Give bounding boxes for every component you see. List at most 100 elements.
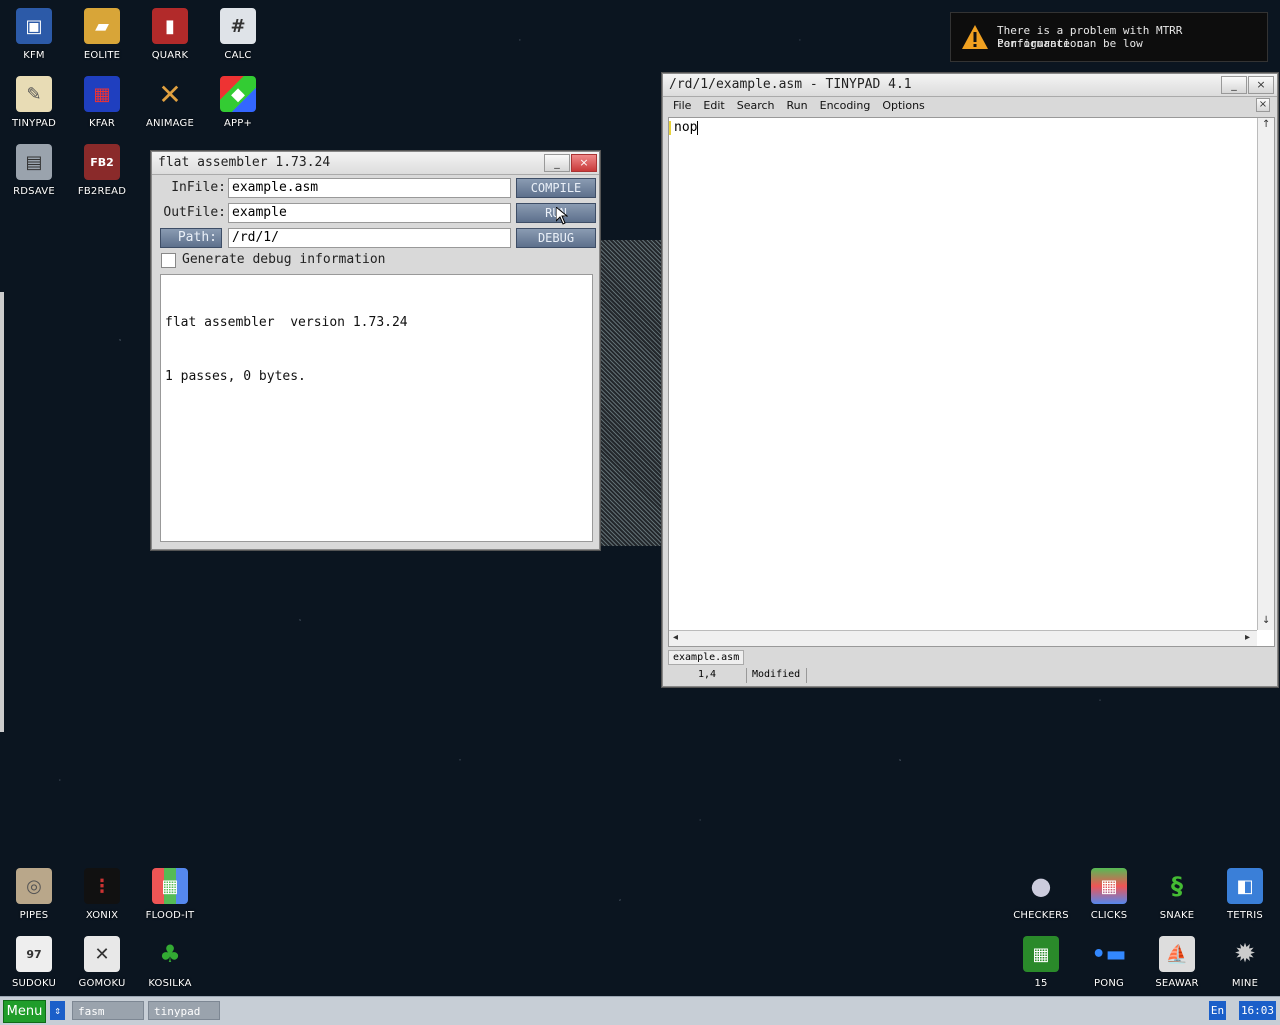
cube-icon: ◆: [220, 76, 256, 112]
menu-options[interactable]: Options: [876, 96, 930, 115]
close-button[interactable]: ×: [1248, 76, 1274, 94]
menu-encoding[interactable]: Encoding: [814, 96, 877, 115]
desktop-icon-kfar[interactable]: ▦ KFAR: [68, 76, 136, 129]
language-indicator[interactable]: En: [1209, 1001, 1226, 1020]
gomoku-board-icon: ✕: [84, 936, 120, 972]
desktop-icon-pong[interactable]: •▬ PONG: [1075, 936, 1143, 990]
ship-icon: ⛵: [1159, 936, 1195, 972]
checkers-icon: ●: [1030, 872, 1052, 900]
log-line: 1 passes, 0 bytes.: [165, 369, 306, 384]
fasm-window[interactable]: flat assembler 1.73.24 _ × InFile: examp…: [151, 151, 600, 550]
status-bar: 1,4 Modified: [668, 668, 1271, 683]
desktop-icon-appplus[interactable]: ◆ APP+: [204, 76, 272, 129]
tinypad-titlebar[interactable]: /rd/1/example.asm - TINYPAD 4.1 _ ×: [663, 74, 1277, 97]
menu-button[interactable]: Menu: [3, 1000, 46, 1023]
warning-icon: [962, 25, 988, 49]
modified-status: Modified: [752, 669, 801, 680]
vertical-scrollbar[interactable]: ↑ ↓: [1257, 118, 1274, 630]
sudoku-grid-icon: 97: [16, 936, 52, 972]
desktop-icon-fifteen[interactable]: ▦ 15: [1007, 936, 1075, 989]
minimize-button[interactable]: _: [544, 154, 570, 172]
output-log: flat assembler version 1.73.24 1 passes,…: [160, 274, 593, 542]
desktop-icon-mine[interactable]: ✹ MINE: [1211, 936, 1279, 989]
scroll-down-icon[interactable]: ↓: [1262, 615, 1270, 626]
menu-edit[interactable]: Edit: [697, 96, 730, 115]
debug-info-label: Generate debug information: [182, 252, 386, 267]
menu-bar: File Edit Search Run Encoding Options ×: [663, 96, 1277, 116]
tinypad-window[interactable]: /rd/1/example.asm - TINYPAD 4.1 _ × File…: [662, 73, 1278, 687]
kfar-icon: ▦: [84, 76, 120, 112]
desktop-icon-tinypad[interactable]: ✎ TINYPAD: [0, 76, 68, 129]
infile-input[interactable]: example.asm: [228, 178, 511, 198]
pencil-ruler-icon: ✕: [158, 77, 182, 111]
desktop-icon-eolite[interactable]: ▰ EOLITE: [68, 8, 136, 61]
desktop-icon-animage[interactable]: ✕ ANIMAGE: [136, 76, 204, 130]
mine-icon: ✹: [1234, 939, 1256, 969]
taskbar: Menu ⇕ fasm tinypad En 16:03: [0, 996, 1280, 1025]
floppy-icon: ▣: [16, 8, 52, 44]
fasm-titlebar[interactable]: flat assembler 1.73.24 _ ×: [152, 152, 599, 175]
desktop-icon-snake[interactable]: § SNAKE: [1143, 868, 1211, 921]
mtrr-warning-notification[interactable]: There is a problem with MTRR configurati…: [950, 12, 1268, 62]
desktop-icon-floodit[interactable]: ▦ FLOOD-IT: [136, 868, 204, 921]
desktop-icon-xonix[interactable]: ⋮ XONIX: [68, 868, 136, 921]
lawnmower-icon: ♣: [159, 940, 181, 968]
clicks-blocks-icon: ▦: [1091, 868, 1127, 904]
fb2-book-icon: FB2: [84, 144, 120, 180]
switch-icon[interactable]: ⇕: [50, 1001, 65, 1020]
desktop-icon-pipes[interactable]: ◎ PIPES: [0, 868, 68, 921]
menu-file[interactable]: File: [667, 96, 697, 115]
editor-area[interactable]: nop ↑ ↓ ◂ ▸: [668, 117, 1275, 647]
editor-text[interactable]: nop: [674, 120, 699, 135]
desktop-icon-rdsave[interactable]: ▤ RDSAVE: [0, 144, 68, 197]
scroll-up-icon[interactable]: ↑: [1262, 119, 1270, 130]
debug-button[interactable]: DEBUG: [516, 228, 596, 248]
compile-button[interactable]: COMPILE: [516, 178, 596, 198]
scroll-right-icon[interactable]: ▸: [1245, 632, 1250, 643]
minimize-button[interactable]: _: [1221, 76, 1247, 94]
line-marker: [669, 121, 671, 135]
xonix-icon: ⋮: [84, 868, 120, 904]
scroll-left-icon[interactable]: ◂: [673, 632, 678, 643]
close-document-icon[interactable]: ×: [1256, 98, 1270, 112]
path-button[interactable]: Path:: [160, 228, 222, 248]
tinypad-title: /rd/1/example.asm - TINYPAD 4.1: [669, 77, 912, 92]
folder-icon: ▰: [84, 8, 120, 44]
desktop-icon-calc[interactable]: # CALC: [204, 8, 272, 61]
desktop-edge-bar: [0, 292, 4, 732]
desktop-icon-seawar[interactable]: ⛵ SEAWAR: [1143, 936, 1211, 989]
snake-icon: §: [1171, 872, 1183, 900]
desktop-icon-kosilka[interactable]: ♣ KOSILKA: [136, 936, 204, 989]
desktop-icon-fb2read[interactable]: FB2 FB2READ: [68, 144, 136, 197]
wallpaper-castle: [600, 240, 664, 546]
desktop-icon-sudoku[interactable]: 97 SUDOKU: [0, 936, 68, 989]
outfile-input[interactable]: example: [228, 203, 511, 223]
status-divider: [746, 668, 747, 683]
desktop-icon-kfm[interactable]: ▣ KFM: [0, 8, 68, 61]
path-input[interactable]: /rd/1/: [228, 228, 511, 248]
pong-icon: •▬: [1091, 941, 1127, 967]
save-disk-icon: ▤: [16, 144, 52, 180]
pipes-icon: ◎: [16, 868, 52, 904]
status-divider: [806, 668, 807, 683]
flood-grid-icon: ▦: [152, 868, 188, 904]
debug-info-checkbox[interactable]: [161, 253, 176, 268]
close-button[interactable]: ×: [571, 154, 597, 172]
clock[interactable]: 16:03: [1239, 1001, 1276, 1020]
book-icon: ▮: [152, 8, 188, 44]
menu-run[interactable]: Run: [781, 96, 814, 115]
desktop-icon-checkers[interactable]: ● CHECKERS: [1007, 868, 1075, 921]
task-tinypad[interactable]: tinypad: [148, 1001, 220, 1020]
desktop-icon-gomoku[interactable]: ✕ GOMOKU: [68, 936, 136, 989]
desktop-icon-clicks[interactable]: ▦ CLICKS: [1075, 868, 1143, 921]
notepad-icon: ✎: [16, 76, 52, 112]
task-fasm[interactable]: fasm: [72, 1001, 144, 1020]
menu-search[interactable]: Search: [731, 96, 781, 115]
horizontal-scrollbar[interactable]: ◂ ▸: [669, 630, 1257, 646]
tab-example-asm[interactable]: example.asm: [668, 650, 745, 665]
desktop-icon-tetris[interactable]: ◧ TETRIS: [1211, 868, 1279, 921]
log-line: flat assembler version 1.73.24: [165, 315, 408, 330]
desktop-icon-quark[interactable]: ▮ QUARK: [136, 8, 204, 61]
mouse-cursor-icon: [556, 207, 568, 225]
infile-label: InFile:: [171, 180, 226, 195]
